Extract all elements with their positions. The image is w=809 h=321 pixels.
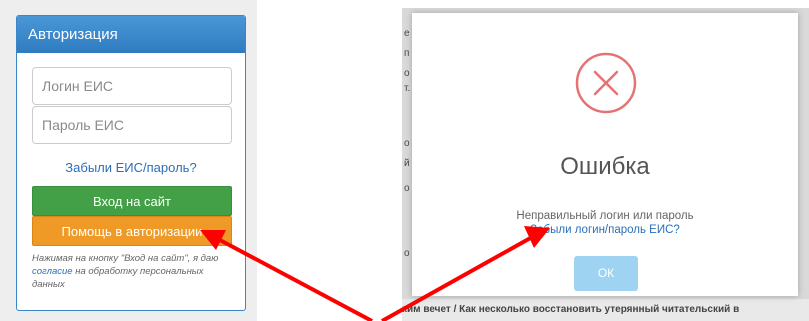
error-message: Неправильный логин или пароль	[516, 210, 694, 222]
bg-text-fragment: о	[404, 138, 410, 149]
login-panel: Авторизация Логин ЕИС Пароль ЕИС Забыли …	[16, 15, 246, 311]
error-modal: Ошибка Неправильный логин или пароль Заб…	[412, 13, 798, 296]
forgot-credentials-link[interactable]: Забыли ЕИС/пароль?	[17, 160, 245, 175]
bg-text-fragment: т.	[404, 83, 411, 94]
consent-disclaimer: Нажимая на кнопку "Вход на сайт", я даю …	[32, 252, 234, 291]
error-x-icon	[575, 52, 637, 114]
bg-text-fragment: п	[404, 48, 410, 59]
login-button[interactable]: Вход на сайт	[32, 186, 232, 216]
bg-text-fragment: о	[404, 248, 410, 259]
login-input[interactable]: Логин ЕИС	[32, 67, 232, 105]
bg-text-fragment: е	[404, 28, 410, 39]
modal-title: Ошибка	[560, 153, 650, 180]
ok-button[interactable]: ОК	[574, 256, 638, 291]
panel-title: Авторизация	[17, 16, 245, 53]
bg-text-fragment: о	[404, 68, 410, 79]
password-input[interactable]: Пароль ЕИС	[32, 106, 232, 144]
bg-bottom-text: ким вечет / Как несколько восстановить у…	[402, 299, 809, 321]
login-section: Авторизация Логин ЕИС Пароль ЕИС Забыли …	[0, 0, 257, 321]
error-screenshot: е п о т. о й о о ким вечет / Как несколь…	[402, 8, 809, 321]
forgot-login-link[interactable]: Забыли логин/пароль ЕИС?	[412, 224, 798, 236]
bg-text-fragment: о	[404, 183, 410, 194]
help-button[interactable]: Помощь в авторизации	[32, 216, 232, 246]
disclaimer-prefix: Нажимая на кнопку "Вход на сайт", я даю	[32, 253, 219, 264]
consent-link[interactable]: согласие	[32, 266, 73, 277]
bg-text-fragment: й	[404, 158, 410, 169]
